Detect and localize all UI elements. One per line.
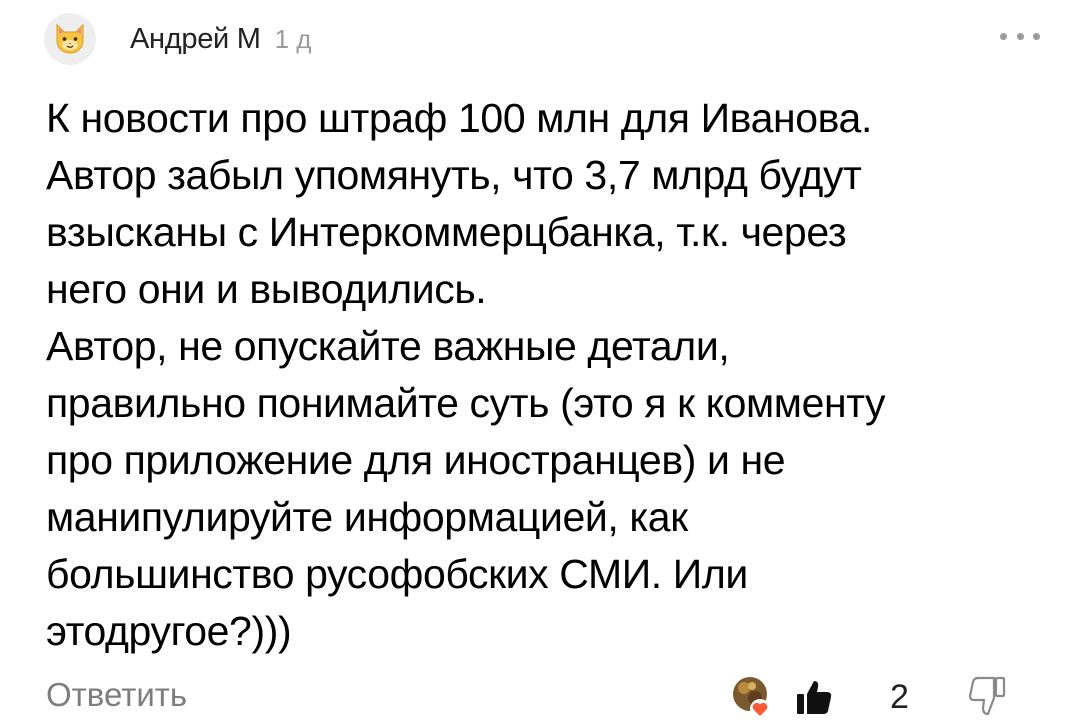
comment-line: Автор, не опускайте важные детали, [46, 323, 730, 369]
dislike-button[interactable] [968, 674, 1008, 722]
like-count: 2 [890, 678, 909, 716]
comment-line: правильно понимайте суть (это я к коммен… [46, 380, 886, 426]
comment-header: Андрей М 1 д [44, 12, 1040, 66]
comment-line: этодругое?))) [46, 608, 292, 654]
author-name[interactable]: Андрей М [130, 23, 261, 56]
more-dot [1016, 32, 1024, 40]
comment-line: про приложение для иностранцев) и не [46, 437, 786, 483]
comment-line: Автор забыл упомянуть, что 3,7 млрд буду… [46, 152, 862, 198]
cat-face-icon [56, 23, 84, 54]
comment-body: К новости про штраф 100 млн для Иванова.… [46, 90, 1046, 660]
thumbs-up-icon [797, 681, 832, 714]
author-avatar[interactable] [44, 13, 96, 65]
reply-button[interactable]: Ответить [46, 676, 187, 714]
comment-line: него они и выводились. [46, 266, 487, 312]
comment-line: манипулируйте информацией, как [46, 494, 688, 540]
comment-line: К новости про штраф 100 млн для Иванова. [46, 95, 872, 141]
like-button[interactable] [794, 678, 834, 722]
reaction-avatar-heart-icon [733, 677, 770, 719]
comment-timestamp: 1 д [274, 23, 312, 54]
more-options-button[interactable] [1000, 26, 1040, 46]
reactions-summary[interactable] [722, 672, 782, 722]
more-dots-icon [1000, 32, 1007, 40]
thumbs-down-icon [968, 676, 1006, 716]
comment-line: взысканы с Интеркоммерцбанка, т.к. через [46, 209, 847, 255]
comment-actions: Ответить 2 [46, 672, 1040, 722]
comment-line: большинство русофобских СМИ. Или [46, 551, 748, 597]
more-dot [1033, 32, 1040, 40]
